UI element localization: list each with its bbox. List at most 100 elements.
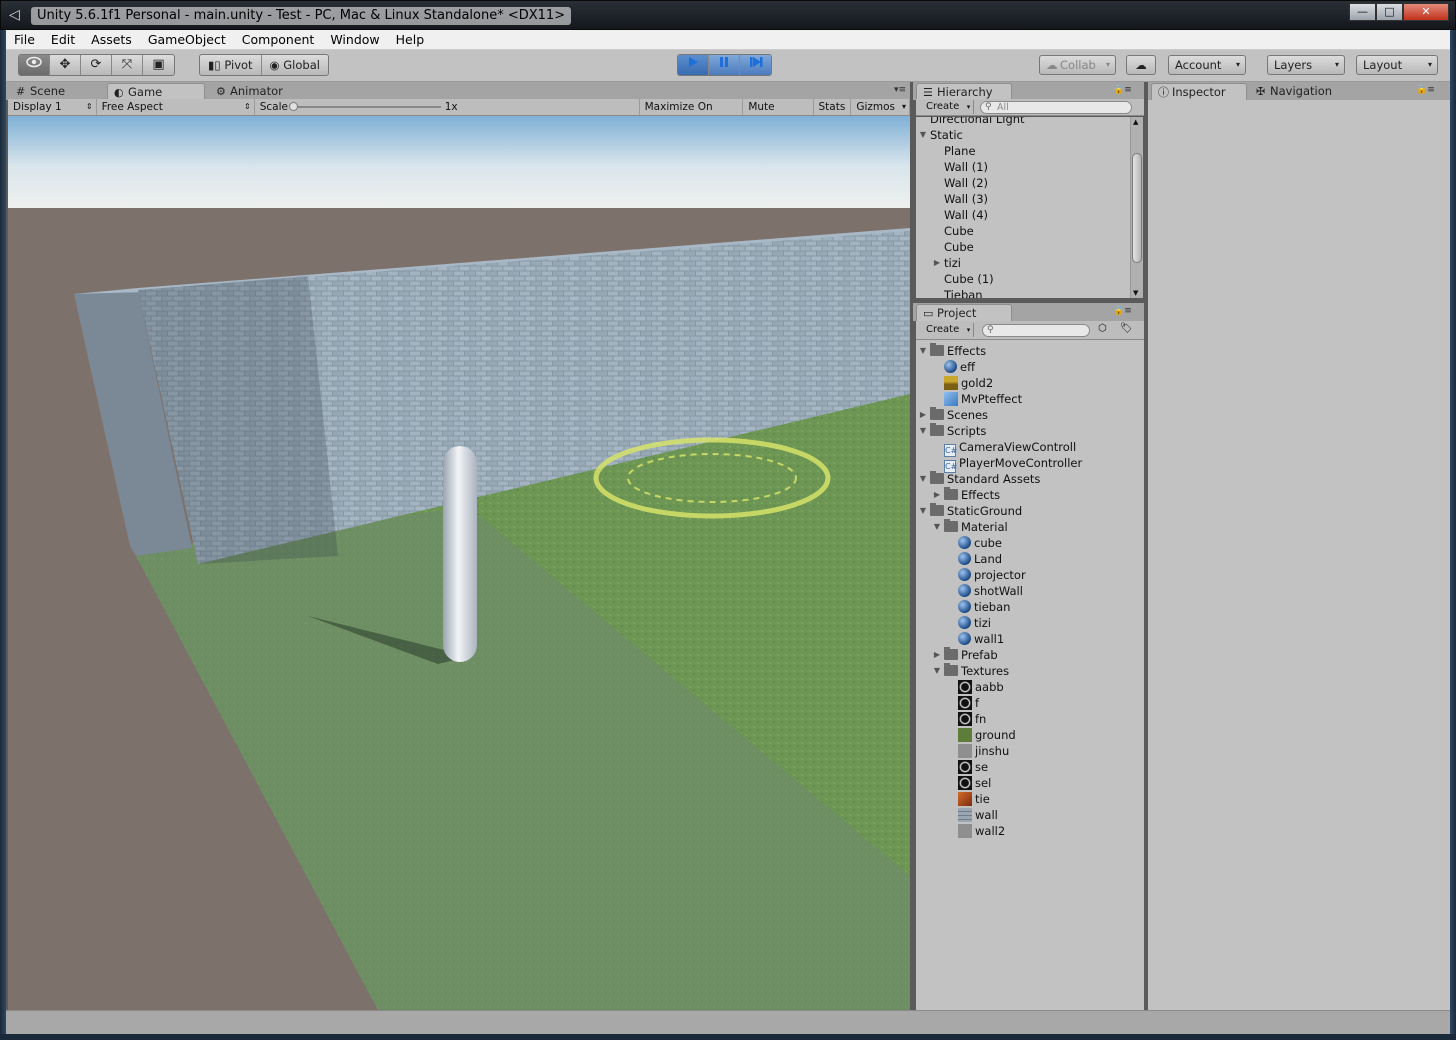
pause-button[interactable] (709, 55, 740, 75)
hierarchy-item[interactable]: Wall (3) (944, 191, 988, 207)
hierarchy-item[interactable]: Wall (1) (944, 159, 988, 175)
project-item[interactable]: MvPteffect (944, 391, 1022, 407)
fold-open-icon[interactable]: ▼ (918, 471, 928, 487)
hierarchy-item[interactable]: ▼ Static (920, 127, 963, 143)
tab-inspector[interactable]: ⓘ Inspector (1151, 83, 1247, 100)
move-tool-icon[interactable]: ✥ (50, 55, 81, 75)
scale-slider-track[interactable] (292, 106, 441, 108)
account-dropdown[interactable]: Account ▾ (1168, 55, 1246, 75)
project-item[interactable]: eff (944, 359, 975, 375)
hierarchy-scrollbar[interactable]: ▲ ▼ (1130, 117, 1143, 298)
project-item[interactable]: C# PlayerMoveController (944, 455, 1082, 473)
hierarchy-scroll-thumb[interactable] (1132, 153, 1142, 263)
project-item[interactable]: f (958, 695, 979, 711)
scale-slider-thumb[interactable] (288, 102, 298, 111)
fold-open-icon[interactable]: ▼ (918, 127, 928, 143)
display-dropdown[interactable]: Display 1 ⇕ (8, 99, 97, 115)
hierarchy-item[interactable]: Cube (944, 223, 974, 239)
menu-file[interactable]: File (6, 32, 43, 47)
project-item[interactable]: fn (958, 711, 986, 727)
fold-closed-icon[interactable]: ▶ (932, 487, 942, 503)
hierarchy-item[interactable]: Plane (944, 143, 976, 159)
project-item[interactable]: ▼ Effects (920, 343, 986, 359)
project-item[interactable]: wall (958, 807, 998, 823)
collab-dropdown[interactable]: ☁ Collab ▾ (1039, 55, 1116, 75)
rotate-tool-icon[interactable]: ⟳ (81, 55, 112, 75)
lock-icon[interactable]: 🔒≡ (1113, 85, 1132, 95)
filter-type-icon[interactable]: ⬡ (1098, 323, 1107, 334)
project-item[interactable]: ▶ Scenes (920, 407, 988, 423)
maximize-button[interactable]: □ (1376, 3, 1403, 21)
project-item[interactable]: wall2 (958, 823, 1005, 839)
panel-divider[interactable] (910, 82, 913, 1010)
project-item[interactable]: ▼ Textures (934, 663, 1009, 679)
project-item[interactable]: ▶ Effects (934, 487, 1000, 503)
project-item[interactable]: ground (958, 727, 1016, 743)
project-search-input[interactable]: ⚲ (982, 324, 1090, 337)
view-tool-icon[interactable] (19, 55, 50, 75)
menu-assets[interactable]: Assets (83, 32, 140, 47)
minimize-button[interactable]: — (1349, 3, 1376, 21)
project-item[interactable]: wall1 (958, 631, 1004, 647)
game-viewport[interactable] (8, 116, 910, 1010)
tab-scene[interactable]: # Scene (10, 83, 100, 100)
project-item[interactable]: tieban (958, 599, 1010, 615)
global-button[interactable]: ◉ Global (262, 55, 328, 75)
menu-gameobject[interactable]: GameObject (140, 32, 234, 47)
scroll-down-icon[interactable]: ▼ (1133, 289, 1138, 297)
project-item[interactable]: se (958, 759, 988, 775)
menu-edit[interactable]: Edit (43, 32, 83, 47)
fold-open-icon[interactable]: ▼ (932, 663, 942, 679)
hierarchy-item[interactable]: Cube (944, 239, 974, 255)
project-item[interactable]: tizi (958, 615, 991, 631)
aspect-dropdown[interactable]: Free Aspect ⇕ (97, 99, 255, 115)
hierarchy-item[interactable]: Cube (1) (944, 271, 994, 287)
scroll-up-icon[interactable]: ▲ (1133, 118, 1138, 126)
project-item[interactable]: ▼ StaticGround (920, 503, 1022, 519)
hierarchy-item[interactable]: ▶ tizi (934, 255, 961, 271)
fold-closed-icon[interactable]: ▶ (918, 407, 928, 423)
fold-closed-icon[interactable]: ▶ (932, 647, 942, 663)
fold-open-icon[interactable]: ▼ (932, 519, 942, 535)
fold-open-icon[interactable]: ▼ (918, 343, 928, 359)
tab-game[interactable]: ◐ Game (107, 83, 205, 100)
tab-menu-icon[interactable]: ▾≡ (894, 85, 906, 95)
project-item[interactable]: ▼ Material (934, 519, 1008, 535)
menu-window[interactable]: Window (322, 32, 387, 47)
panel-divider[interactable] (913, 298, 1146, 303)
fold-open-icon[interactable]: ▼ (918, 503, 928, 519)
menu-component[interactable]: Component (234, 32, 323, 47)
project-item[interactable]: ▶ Prefab (934, 647, 998, 663)
project-create-button[interactable]: Create ▾ (920, 323, 975, 337)
hierarchy-create-button[interactable]: Create ▾ (920, 100, 975, 114)
project-item[interactable]: shotWall (958, 583, 1023, 599)
hierarchy-item[interactable]: Wall (4) (944, 207, 988, 223)
tab-project[interactable]: ▭ Project (916, 304, 1012, 321)
fold-open-icon[interactable]: ▼ (918, 423, 928, 439)
project-item[interactable]: gold2 (944, 375, 993, 391)
fold-closed-icon[interactable]: ▶ (932, 255, 942, 271)
hierarchy-search-input[interactable]: ⚲ All (980, 101, 1132, 114)
project-item[interactable]: projector (958, 567, 1026, 583)
project-item[interactable]: ▼ Scripts (920, 423, 986, 439)
scale-tool-icon[interactable]: ⤧ (112, 55, 143, 75)
stats-toggle[interactable]: Stats (814, 99, 852, 115)
pivot-button[interactable]: ▮▯ Pivot (200, 55, 262, 75)
project-item[interactable]: Land (958, 551, 1002, 567)
rect-tool-icon[interactable]: ▣ (143, 55, 174, 75)
project-item[interactable]: ▼ Standard Assets (920, 471, 1040, 487)
project-item[interactable]: sel (958, 775, 991, 791)
cloud-services-button[interactable]: ☁ (1126, 55, 1156, 75)
layers-dropdown[interactable]: Layers ▾ (1267, 55, 1345, 75)
lock-icon[interactable]: 🔒≡ (1416, 85, 1435, 95)
maximize-on-play-toggle[interactable]: Maximize On Play (640, 99, 744, 129)
mute-audio-toggle[interactable]: Mute Audio (743, 99, 814, 129)
play-button[interactable] (678, 55, 709, 75)
tab-animator[interactable]: ⚙ Animator (210, 83, 308, 100)
project-item[interactable]: C# CameraViewControll (944, 439, 1076, 457)
menu-help[interactable]: Help (388, 32, 433, 47)
filter-label-icon[interactable]: 🏷 (1120, 323, 1133, 334)
close-button[interactable]: ✕ (1403, 3, 1449, 21)
step-button[interactable] (740, 55, 771, 75)
hierarchy-item[interactable]: Wall (2) (944, 175, 988, 191)
